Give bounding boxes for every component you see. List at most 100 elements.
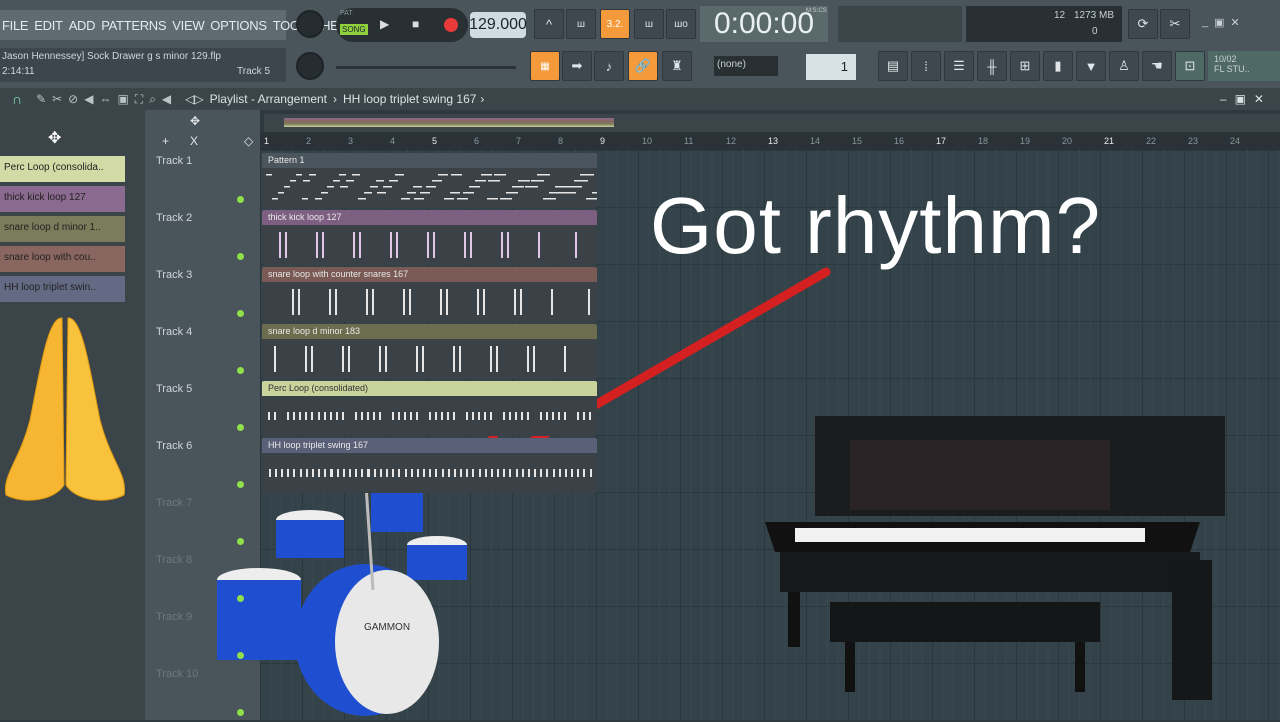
track-mute-led[interactable] [237,481,244,488]
menu-item-patterns[interactable]: PATTERNS [101,18,166,33]
playlist-clip[interactable]: thick kick loop 127 [262,210,597,265]
scroll-thumb[interactable] [284,118,614,127]
countdown-icon[interactable]: 3.2. [600,9,630,39]
clip-label: snare loop with counter snares 167 [262,267,597,282]
menu-item-view[interactable]: VIEW [172,18,204,33]
menu-item-add[interactable]: ADD [69,18,96,33]
playlist-clip[interactable]: Pattern 1 [262,153,597,208]
project-icon[interactable]: ▮ [1043,51,1073,81]
menu-item-file[interactable]: FILE [2,18,29,33]
track-header[interactable]: Track 5 [150,380,250,437]
pattern-selector[interactable]: 1 [806,54,856,80]
tempo-display[interactable]: 129.000 [469,12,527,38]
track-mute-led[interactable] [237,196,244,203]
drum-kit-image: GAMMON [217,470,467,716]
track-mute-led[interactable] [237,595,244,602]
track-header[interactable]: Track 9 [150,608,250,665]
slide-icon[interactable]: ♪ [594,51,624,81]
typing-keyboard-icon[interactable]: ▦ [530,51,560,81]
ruler-tick: 13 [768,136,779,146]
help-icon[interactable]: ♙ [1109,51,1139,81]
delete-icon[interactable]: X [190,134,198,148]
mixer-icon[interactable]: ╫ [977,51,1007,81]
arrow-icon[interactable]: ➡ [562,51,592,81]
picker-item[interactable]: thick kick loop 127 [0,186,125,212]
maximize-icon[interactable]: ▣ [1214,16,1224,29]
track-mute-led[interactable] [237,709,244,716]
tool-icons[interactable]: ✎✂⊘◀⇔▣⛶⌕◀ [36,92,177,107]
zoom-icon[interactable]: ◇ [244,134,253,148]
cut-icon[interactable]: ✂ [1160,9,1190,39]
master-pitch-knob[interactable] [296,52,324,80]
window-controls[interactable]: _ ▣ ✕ [1202,16,1240,29]
track-header[interactable]: Track 6 [150,437,250,494]
ruler-tick: 6 [474,136,480,146]
channel-rack-icon[interactable]: ☰ [944,51,974,81]
master-volume-knob[interactable] [296,10,324,38]
track-mute-led[interactable] [237,538,244,545]
link-icon[interactable]: 🔗 [628,51,658,81]
overview-scrollbar[interactable] [264,114,1280,132]
news-label: FL STU.. [1214,64,1250,74]
playlist-clip[interactable]: HH loop triplet swing 167 [262,438,597,493]
track-mute-led[interactable] [237,310,244,317]
track-mute-led[interactable] [237,652,244,659]
piano-roll-icon[interactable]: ⁞ [911,51,941,81]
track-header[interactable]: Track 7 [150,494,250,551]
track-header[interactable]: Track 2 [150,209,250,266]
ruler-tick: 7 [516,136,522,146]
plugin-icon[interactable]: ▼ [1076,51,1106,81]
ruler-tick: 24 [1230,136,1241,146]
track-mute-led[interactable] [237,424,244,431]
track-mute-led[interactable] [237,367,244,374]
menu-item-options[interactable]: OPTIONS [210,18,267,33]
news-panel[interactable]: 10/02 FL STU.. [1208,51,1280,81]
track-header[interactable]: Track 8 [150,551,250,608]
playlist-clip[interactable]: Perc Loop (consolidated) [262,381,597,436]
audio-clip-icon[interactable]: ✥ [48,128,61,148]
magnet-icon[interactable]: ∩ [12,91,22,107]
step-edit-icon[interactable]: ш [634,9,664,39]
polyphony-value: 0 [1092,26,1098,37]
add-icon[interactable]: + [162,134,169,148]
play-button[interactable]: ▶ [380,17,389,31]
clip-waveform [292,289,590,315]
track-header[interactable]: Track 4 [150,323,250,380]
ruler-tick: 4 [390,136,396,146]
audio-icon[interactable]: ✥ [190,114,200,128]
picker-item[interactable]: HH loop triplet swin.. [0,276,125,302]
playlist-icon[interactable]: ▤ [878,51,908,81]
track-header[interactable]: Track 10 [150,665,250,722]
pat-mode[interactable]: PAT [340,10,353,17]
stop-button[interactable]: ■ [412,17,419,31]
menu-item-edit[interactable]: EDIT [34,18,63,33]
touch-icon[interactable]: ☚ [1142,51,1172,81]
track-header[interactable]: Track 3 [150,266,250,323]
record-button[interactable] [444,18,458,32]
close-icon[interactable]: ✕ [1231,16,1240,29]
metronome-icon[interactable]: ^ [534,9,564,39]
cart-icon[interactable]: ⊡ [1175,51,1205,81]
memory-value: 1273 MB [1074,10,1115,21]
track-header[interactable]: Track 1 [150,152,250,209]
wait-input-icon[interactable]: ш [566,9,596,39]
minimize-icon[interactable]: _ [1202,16,1208,29]
picker-item[interactable]: Perc Loop (consolida.. [0,156,125,182]
playlist-tools: ✥ + X ◇ [150,112,260,148]
position-slider[interactable] [336,66,516,69]
browser-icon[interactable]: ⊞ [1010,51,1040,81]
playlist-clip[interactable]: snare loop d minor 183 [262,324,597,379]
undo-icon[interactable]: ⟳ [1128,9,1158,39]
playlist-pattern: HH loop triplet swing 167 [343,92,477,106]
picker-item[interactable]: snare loop d minor 1.. [0,216,125,242]
loop-record-icon[interactable]: шо [666,9,696,39]
playlist-clip[interactable]: snare loop with counter snares 167 [262,267,597,322]
project-name: Jason Hennessey] Sock Drawer g s minor 1… [2,51,221,62]
audio-input-icon[interactable]: ♜ [662,51,692,81]
picker-item[interactable]: snare loop with cou.. [0,246,125,272]
ruler-tick: 22 [1146,136,1157,146]
snap-selector[interactable]: (none) [714,56,778,76]
playlist-window-controls[interactable]: –▣✕ [1220,92,1272,106]
song-mode[interactable]: SONG [340,24,368,35]
track-mute-led[interactable] [237,253,244,260]
